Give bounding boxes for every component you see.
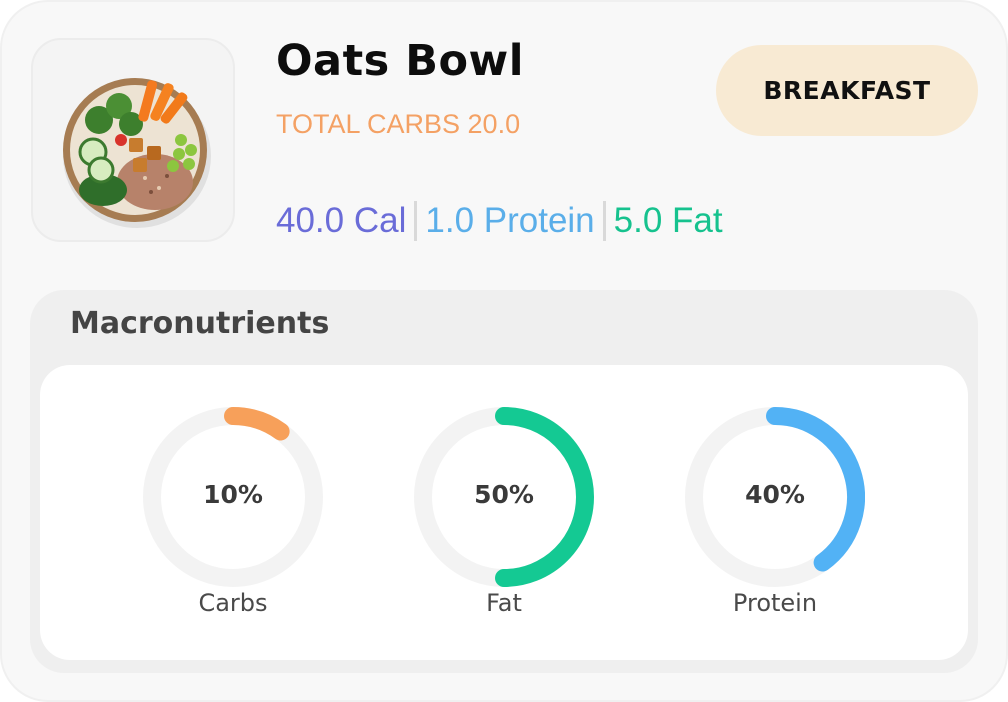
food-bowl-image[interactable] <box>31 38 235 242</box>
food-bowl-illustration <box>63 78 211 228</box>
carbs-percent: 10% <box>203 480 263 509</box>
fat-label: Fat <box>486 589 522 617</box>
meal-title: Oats Bowl <box>276 36 524 86</box>
carbs-ring-arc <box>224 407 290 441</box>
total-carbs-text: TOTAL CARBS 20.0 <box>276 109 521 139</box>
meal-category-badge[interactable]: BREAKFAST <box>716 45 978 136</box>
fat-percent: 50% <box>474 480 534 509</box>
stat-divider <box>602 201 606 241</box>
stat-divider <box>414 201 418 241</box>
nutrition-stats: 40.0 Cal 1.0 Protein 5.0 Fat <box>276 198 723 244</box>
carbs-label: Carbs <box>198 589 268 617</box>
protein-label: Protein <box>732 589 818 617</box>
fat-stat: 5.0 Fat <box>613 201 723 240</box>
protein-stat: 1.0 Protein <box>425 201 595 240</box>
calories-stat: 40.0 Cal <box>276 201 407 240</box>
macronutrients-heading: Macronutrients <box>70 306 330 341</box>
protein-percent: 40% <box>745 480 805 509</box>
